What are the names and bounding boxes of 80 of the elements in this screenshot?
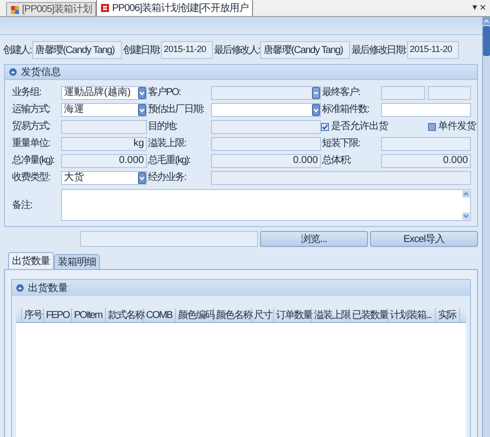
field-label: 标准箱件数:	[321, 102, 370, 117]
column-header[interactable]: 实际	[436, 308, 460, 322]
input-field[interactable]	[211, 86, 321, 100]
input-field[interactable]: 2015-11-20	[160, 41, 213, 59]
field-label: 最终客户:	[321, 86, 361, 100]
field-label: 预估出厂日期:	[147, 102, 205, 117]
scroll-up-icon	[483, 17, 490, 25]
input-field[interactable]	[381, 102, 471, 116]
field-label: 经办业务:	[147, 170, 187, 185]
dropdown[interactable]: 大货	[61, 170, 147, 184]
field-label: 重量单位:	[11, 136, 51, 151]
column-header[interactable]: 颜色编码	[176, 308, 214, 322]
column-header[interactable]: 尺寸	[252, 308, 274, 322]
column-header[interactable]: 已装数量	[350, 308, 388, 322]
checkbox[interactable]	[428, 122, 436, 130]
column-header[interactable]: 计划装箱...	[388, 308, 436, 322]
input-field[interactable]	[211, 170, 471, 184]
collapse-icon	[16, 284, 24, 292]
input-field[interactable]	[61, 120, 147, 134]
tab[interactable]: 装箱明细	[54, 254, 100, 269]
date-field[interactable]	[211, 102, 321, 116]
column-header[interactable]: 溢装上限	[312, 308, 350, 322]
input-field[interactable]: 2015-11-20	[406, 41, 459, 59]
field-label: 客户PO:	[147, 86, 182, 100]
field-label: 总净量(kg):	[11, 154, 56, 168]
scroll-arrows-icon	[462, 190, 470, 220]
checkbox-label: 是否允许出货	[331, 120, 388, 134]
field-label: 目的地:	[147, 120, 178, 134]
input-field[interactable]: 唐馨璎(Candy Tang)	[260, 41, 350, 59]
field-label: 最后修改日期:	[351, 44, 407, 58]
input-field[interactable]: kg	[61, 136, 147, 150]
column-header[interactable]: COMB	[144, 308, 176, 322]
collapse-icon	[9, 68, 17, 76]
input-field[interactable]: 0.000	[211, 154, 321, 168]
tab[interactable]: PP006]装箱计划创建[不开放用户	[96, 0, 253, 16]
field-label: 溢装上限:	[147, 136, 187, 151]
field-label: 创建日期:	[122, 44, 161, 58]
app-icon	[10, 4, 20, 14]
field-label: 贸易方式:	[11, 120, 51, 134]
field-label: 最后修改人:	[214, 44, 260, 58]
browse-button[interactable]: 浏览...	[260, 231, 368, 247]
field-label: 备注:	[11, 198, 33, 212]
field-label: 业务组:	[11, 86, 42, 100]
input-field[interactable]: 唐馨璎(Candy Tang)	[32, 41, 122, 59]
input-field[interactable]: 0.000	[61, 154, 147, 168]
scroll-thumb[interactable]	[483, 26, 490, 56]
close-button[interactable]: ×	[480, 2, 486, 14]
document-icon	[100, 3, 110, 13]
column-header[interactable]: FEPO	[44, 308, 72, 322]
input-field[interactable]	[211, 120, 321, 134]
section-title: 出货数量	[28, 282, 68, 296]
input-field[interactable]: 0.000	[381, 154, 471, 168]
text-area[interactable]	[61, 189, 471, 221]
field-label: 收费类型:	[11, 170, 51, 185]
scrollbar[interactable]	[482, 17, 490, 437]
field-label: 短装下限:	[321, 136, 361, 151]
dropdown[interactable]: 運動品牌(越南)	[61, 86, 147, 100]
input-field[interactable]	[80, 231, 258, 247]
column-header[interactable]: 订单数量	[274, 308, 312, 322]
tab[interactable]: 出货数量	[8, 252, 54, 269]
column-header[interactable]: POItem	[72, 308, 106, 322]
column-header[interactable]: 序号	[22, 308, 44, 322]
dropdown[interactable]: 海運	[61, 102, 147, 116]
checkbox[interactable]	[321, 122, 329, 130]
checkbox-label: 单件发货	[438, 120, 476, 134]
input-field[interactable]	[428, 86, 471, 100]
input-field[interactable]	[381, 86, 424, 100]
field-label: 运输方式:	[11, 102, 51, 117]
field-label: 创建人:	[3, 44, 32, 58]
tab[interactable]: [PP005]装箱计划	[6, 2, 96, 16]
input-field[interactable]	[211, 136, 321, 150]
input-field[interactable]	[381, 136, 471, 150]
tab-menu-button[interactable]: ▾	[472, 1, 478, 15]
column-header[interactable]: 款式名称	[106, 308, 144, 322]
import-button[interactable]: Excel导入	[370, 231, 478, 247]
spinner-icon	[312, 86, 320, 98]
section-title: 发货信息	[21, 66, 61, 80]
column-header[interactable]: 颜色名称	[214, 308, 252, 322]
field-label: 总毛重(kg):	[147, 154, 192, 168]
field-label: 总体积:	[321, 154, 352, 168]
